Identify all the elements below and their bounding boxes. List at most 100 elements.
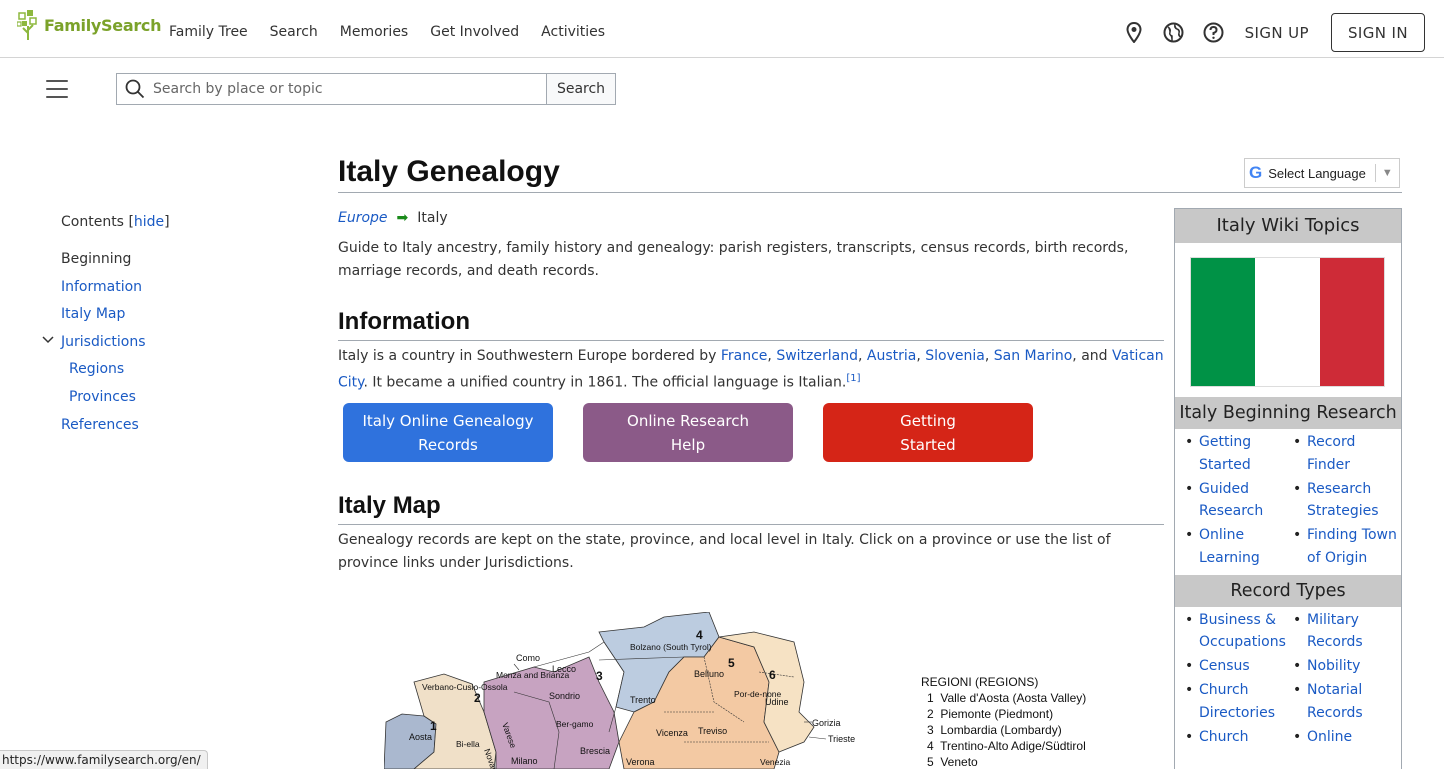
logo-text: FamilySearch: [44, 15, 162, 35]
menu-hamburger-icon[interactable]: [46, 80, 68, 98]
familysearch-logo[interactable]: FamilySearch: [17, 8, 162, 42]
getting-started-button[interactable]: Getting Started: [823, 403, 1033, 462]
map-label-venezia: Venezia: [760, 757, 791, 767]
toc-item-provinces[interactable]: Provinces: [61, 387, 170, 407]
tree-logo-icon: [17, 10, 37, 40]
list-item[interactable]: Online Learning: [1199, 527, 1260, 566]
italy-regions-map[interactable]: 1 2 3 4 5 6 Como Lecco Monza and Brianza…: [384, 612, 864, 769]
map-number-1: 1: [430, 719, 437, 733]
map-label-verona: Verona: [626, 757, 655, 767]
italy-map-heading: Italy Map: [338, 489, 1164, 525]
legend-item: 2 Piemonte (Piedmont): [927, 707, 1054, 721]
list-item[interactable]: Nobility: [1307, 658, 1360, 674]
map-label-bergamo: Ber-gamo: [556, 719, 594, 729]
toc-item-information[interactable]: Information: [61, 277, 170, 297]
map-label-vicenza: Vicenza: [656, 728, 688, 738]
record-types-list: Business & Occupations Military Records …: [1175, 607, 1401, 754]
information-paragraph: Italy is a country in Southwestern Europ…: [338, 348, 1164, 391]
list-item[interactable]: Church: [1199, 729, 1249, 745]
link-switzerland[interactable]: Switzerland: [776, 348, 858, 364]
toc-item-italy-map[interactable]: Italy Map: [61, 304, 170, 324]
legend-item: 1 Valle d'Aosta (Aosta Valley): [927, 691, 1087, 705]
chevron-down-icon[interactable]: [42, 335, 54, 344]
map-label-gorizia: Gorizia: [812, 718, 841, 728]
link-slovenia[interactable]: Slovenia: [925, 348, 985, 364]
sign-in-button[interactable]: SIGN IN: [1331, 13, 1425, 52]
nav-memories[interactable]: Memories: [329, 20, 419, 44]
nav-get-involved[interactable]: Get Involved: [419, 20, 530, 44]
nav-search[interactable]: Search: [259, 20, 329, 44]
caret-down-icon: ▼: [1374, 164, 1393, 182]
infobox-title: Italy Wiki Topics: [1175, 209, 1401, 243]
beginning-research-list: Getting Started Record Finder Guided Res…: [1175, 429, 1401, 575]
article-content: Italy Genealogy: [338, 150, 1164, 194]
link-austria[interactable]: Austria: [867, 348, 916, 364]
beginning-research-heading: Italy Beginning Research: [1175, 397, 1401, 429]
link-san-marino[interactable]: San Marino: [994, 348, 1073, 364]
italy-flag: [1190, 257, 1385, 387]
list-item[interactable]: Guided Research: [1199, 481, 1263, 520]
list-item[interactable]: Finding Town of Origin: [1307, 527, 1397, 566]
online-research-help-button[interactable]: Online Research Help: [583, 403, 793, 462]
map-label-trieste: Trieste: [828, 734, 855, 744]
map-label-verbano: Verbano-Cusio-Ossola: [422, 682, 508, 692]
nav-right: SIGN UP SIGN IN: [1123, 13, 1425, 52]
map-label-trento: Trento: [630, 695, 656, 705]
map-number-6: 6: [769, 668, 776, 682]
reference-link[interactable]: [1]: [846, 373, 860, 384]
map-label-udine: Udine: [765, 697, 789, 707]
list-item[interactable]: Census: [1199, 658, 1250, 674]
intro-paragraph: Guide to Italy ancestry, family history …: [338, 240, 1129, 279]
toc-title: Contents: [61, 214, 124, 230]
map-label-brescia: Brescia: [580, 746, 610, 756]
toc-hide-link[interactable]: hide: [134, 214, 164, 230]
toc-item-beginning[interactable]: Beginning: [61, 249, 170, 269]
link-france[interactable]: France: [721, 348, 768, 364]
language-selector-label: Select Language: [1268, 165, 1366, 181]
list-item[interactable]: Church Directories: [1199, 682, 1275, 721]
page-title: Italy Genealogy: [338, 155, 560, 188]
map-label-aosta: Aosta: [409, 732, 432, 742]
map-label-biella: Bi-ella: [456, 739, 480, 749]
search-button[interactable]: Search: [546, 74, 615, 104]
toc-item-regions[interactable]: Regions: [61, 359, 170, 379]
list-item[interactable]: Military Records: [1307, 612, 1363, 651]
map-label-belluno: Belluno: [694, 669, 724, 679]
breadcrumb: Europe ➡ Italy: [338, 210, 448, 226]
map-number-5: 5: [728, 656, 735, 670]
search-icon: [125, 79, 145, 99]
breadcrumb-europe[interactable]: Europe: [338, 210, 388, 226]
help-icon[interactable]: [1203, 22, 1225, 44]
globe-icon[interactable]: [1163, 22, 1185, 44]
list-item[interactable]: Business & Occupations: [1199, 612, 1286, 651]
online-genealogy-records-button[interactable]: Italy Online Genealogy Records: [343, 403, 553, 462]
map-label-bolzano: Bolzano (South Tyrol): [630, 642, 712, 652]
legend-item: 5 Veneto: [927, 755, 978, 769]
record-types-heading: Record Types: [1175, 574, 1401, 607]
location-pin-icon[interactable]: [1123, 22, 1145, 44]
nav-activities[interactable]: Activities: [530, 20, 616, 44]
sign-up-link[interactable]: SIGN UP: [1245, 24, 1309, 42]
search-input[interactable]: [153, 81, 533, 97]
information-heading: Information: [338, 305, 1164, 341]
list-item[interactable]: Online: [1307, 729, 1352, 745]
list-item[interactable]: Record Finder: [1307, 434, 1355, 473]
list-item[interactable]: Getting Started: [1199, 434, 1251, 473]
legend-item: 3 Lombardia (Lombardy): [927, 723, 1062, 737]
language-selector[interactable]: G Select Language ▼: [1244, 158, 1400, 188]
table-of-contents: Contents [hide] Beginning Information It…: [42, 214, 170, 442]
nav-family-tree[interactable]: Family Tree: [158, 20, 259, 44]
map-label-treviso: Treviso: [698, 726, 727, 736]
top-navigation: FamilySearch Family Tree Search Memories…: [0, 0, 1444, 58]
map-number-4: 4: [696, 628, 703, 642]
regions-legend: REGIONI (REGIONS) 1 Valle d'Aosta (Aosta…: [921, 674, 1086, 769]
title-divider: [338, 192, 1402, 193]
list-item[interactable]: Research Strategies: [1307, 481, 1379, 520]
toc-item-references[interactable]: References: [61, 415, 170, 435]
toc-item-jurisdictions[interactable]: Jurisdictions: [61, 332, 170, 352]
main-nav: Family Tree Search Memories Get Involved…: [158, 20, 616, 44]
map-paragraph: Genealogy records are kept on the state,…: [338, 532, 1111, 571]
legend-title: REGIONI (REGIONS): [921, 675, 1039, 689]
legend-item: 4 Trentino-Alto Adige/Südtirol: [927, 739, 1086, 753]
list-item[interactable]: Notarial Records: [1307, 682, 1363, 721]
